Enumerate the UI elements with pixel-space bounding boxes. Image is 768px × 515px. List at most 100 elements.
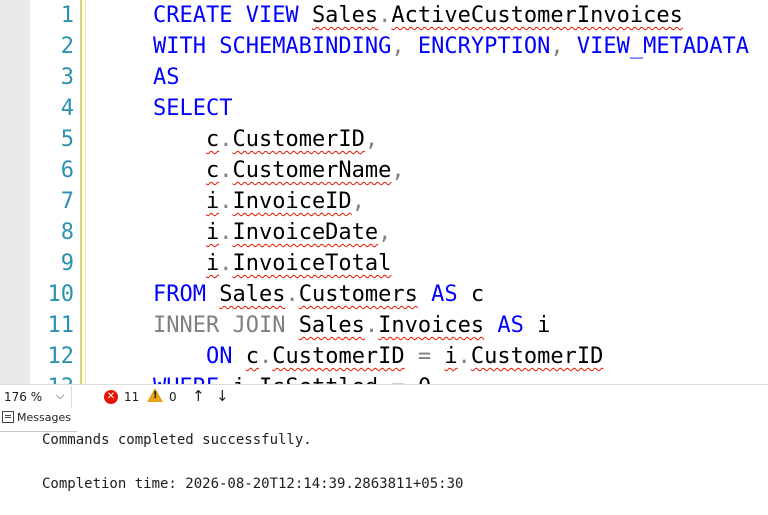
- code-text[interactable]: c.CustomerName,: [100, 155, 405, 186]
- code-token: SELECT: [152, 96, 233, 121]
- code-text[interactable]: i.InvoiceTotal: [100, 248, 391, 279]
- zoom-value: 176 %: [4, 390, 43, 404]
- warning-count[interactable]: 0: [169, 390, 177, 404]
- code-line[interactable]: 5 c.CustomerID,: [0, 124, 768, 155]
- line-number: 5: [60, 127, 74, 152]
- zoom-dropdown[interactable]: 176 % ⌵: [0, 386, 72, 408]
- code-text[interactable]: c.CustomerID,: [100, 124, 378, 155]
- code-token: IsSettled: [259, 375, 378, 384]
- line-number: 10: [47, 282, 75, 307]
- tab-messages[interactable]: Messages: [0, 411, 77, 432]
- line-number: 3: [60, 65, 74, 90]
- code-text[interactable]: i.InvoiceID,: [100, 186, 365, 217]
- code-line[interactable]: 10 FROM Sales.Customers AS c: [0, 279, 768, 310]
- code-line[interactable]: 7 i.InvoiceID,: [0, 186, 768, 217]
- code-line[interactable]: 9 i.InvoiceTotal: [0, 248, 768, 279]
- line-number: 13: [30, 372, 75, 384]
- code-token: .: [246, 375, 259, 384]
- line-number: 4: [60, 96, 74, 121]
- code-text[interactable]: CREATE VIEW Sales.ActiveCustomerInvoices: [100, 0, 683, 31]
- code-line[interactable]: 2 WITH SCHEMABINDING, ENCRYPTION, VIEW_M…: [0, 31, 768, 62]
- error-icon[interactable]: ✕: [104, 390, 118, 404]
- line-number: 9: [60, 251, 74, 276]
- code-token: WHERE: [153, 375, 232, 384]
- message-line: Completion time: 2026-08-20T12:14:39.286…: [42, 476, 464, 492]
- code-token: ,: [378, 220, 392, 245]
- code-text[interactable]: FROM Sales.Customers AS c: [100, 279, 484, 310]
- code-token: =: [378, 375, 418, 384]
- code-token: .: [219, 189, 233, 214]
- code-token: .: [457, 344, 471, 369]
- arrow-up-icon[interactable]: ↑: [192, 387, 205, 405]
- code-token: ,: [391, 34, 418, 59]
- code-line[interactable]: 11 INNER JOIN Sales.Invoices AS i: [0, 310, 768, 341]
- code-token: .: [285, 282, 299, 307]
- code-token: c: [205, 127, 220, 152]
- tab-messages-label: Messages: [17, 411, 71, 424]
- line-number: 12: [47, 344, 75, 369]
- code-token: Customers: [298, 282, 418, 307]
- error-count[interactable]: 11: [124, 390, 139, 404]
- code-token: VIEW_METADATA: [576, 34, 750, 59]
- messages-panel: Commands completed successfully. Complet…: [0, 432, 768, 515]
- code-line[interactable]: 6 c.CustomerName,: [0, 155, 768, 186]
- query-editor[interactable]: 1 CREATE VIEW Sales.ActiveCustomerInvoic…: [0, 0, 768, 384]
- arrow-down-icon[interactable]: ↓: [216, 387, 229, 405]
- messages-icon: [2, 411, 14, 423]
- line-number: 2: [60, 34, 74, 59]
- code-text[interactable]: AS: [100, 62, 180, 93]
- code-token: CustomerID: [232, 127, 365, 152]
- code-text[interactable]: i.InvoiceDate,: [100, 217, 391, 248]
- code-token: i: [205, 220, 220, 245]
- code-text[interactable]: ON c.CustomerID = i.CustomerID: [100, 341, 603, 372]
- code-line[interactable]: 4 SELECT: [0, 93, 768, 124]
- code-token: AS: [431, 282, 458, 307]
- code-token: .: [378, 3, 392, 28]
- code-token: CustomerID: [470, 344, 604, 369]
- code-token: Invoices: [378, 313, 485, 338]
- code-token: CustomerName: [232, 158, 392, 183]
- code-token: InvoiceID: [232, 189, 352, 214]
- code-token: Sales: [219, 282, 286, 307]
- code-line[interactable]: 3 AS: [0, 62, 768, 93]
- code-token: Sales: [311, 3, 379, 28]
- code-text[interactable]: INNER JOIN Sales.Invoices AS i: [100, 310, 550, 341]
- code-text[interactable]: SELECT: [100, 93, 232, 124]
- code-token: Sales: [298, 313, 365, 338]
- code-token: c: [205, 158, 220, 183]
- code-line[interactable]: 12 ON c.CustomerID = i.CustomerID: [0, 341, 768, 372]
- code-line[interactable]: 8 i.InvoiceDate,: [0, 217, 768, 248]
- chevron-down-icon: ⌵: [56, 389, 65, 402]
- code-token: WITH SCHEMABINDING: [152, 34, 392, 59]
- line-number: 11: [47, 313, 75, 338]
- code-token: i: [205, 251, 220, 276]
- code-text[interactable]: WITH SCHEMABINDING, ENCRYPTION, VIEW_MET…: [100, 31, 749, 62]
- code-token: ,: [391, 158, 405, 183]
- line-number: 1: [60, 3, 74, 28]
- code-token: .: [364, 313, 379, 338]
- code-token: .: [219, 127, 233, 152]
- code-line[interactable]: 1 CREATE VIEW Sales.ActiveCustomerInvoic…: [0, 0, 768, 31]
- editor-status-bar: 176 % ⌵ ✕ 11 ! 0 ↑ ↓: [0, 384, 768, 409]
- code-text[interactable]: WHERE i.IsSettled = 0: [100, 372, 431, 384]
- code-line[interactable]: 13 WHERE i.IsSettled = 0: [0, 372, 768, 384]
- line-number: 8: [60, 220, 74, 245]
- code-token: .: [219, 251, 233, 276]
- code-token: .: [258, 344, 273, 369]
- code-token: ON: [205, 344, 246, 369]
- code-token: =: [404, 344, 445, 369]
- code-token: ENCRYPTION: [417, 34, 551, 59]
- message-line: Commands completed successfully.: [42, 432, 312, 448]
